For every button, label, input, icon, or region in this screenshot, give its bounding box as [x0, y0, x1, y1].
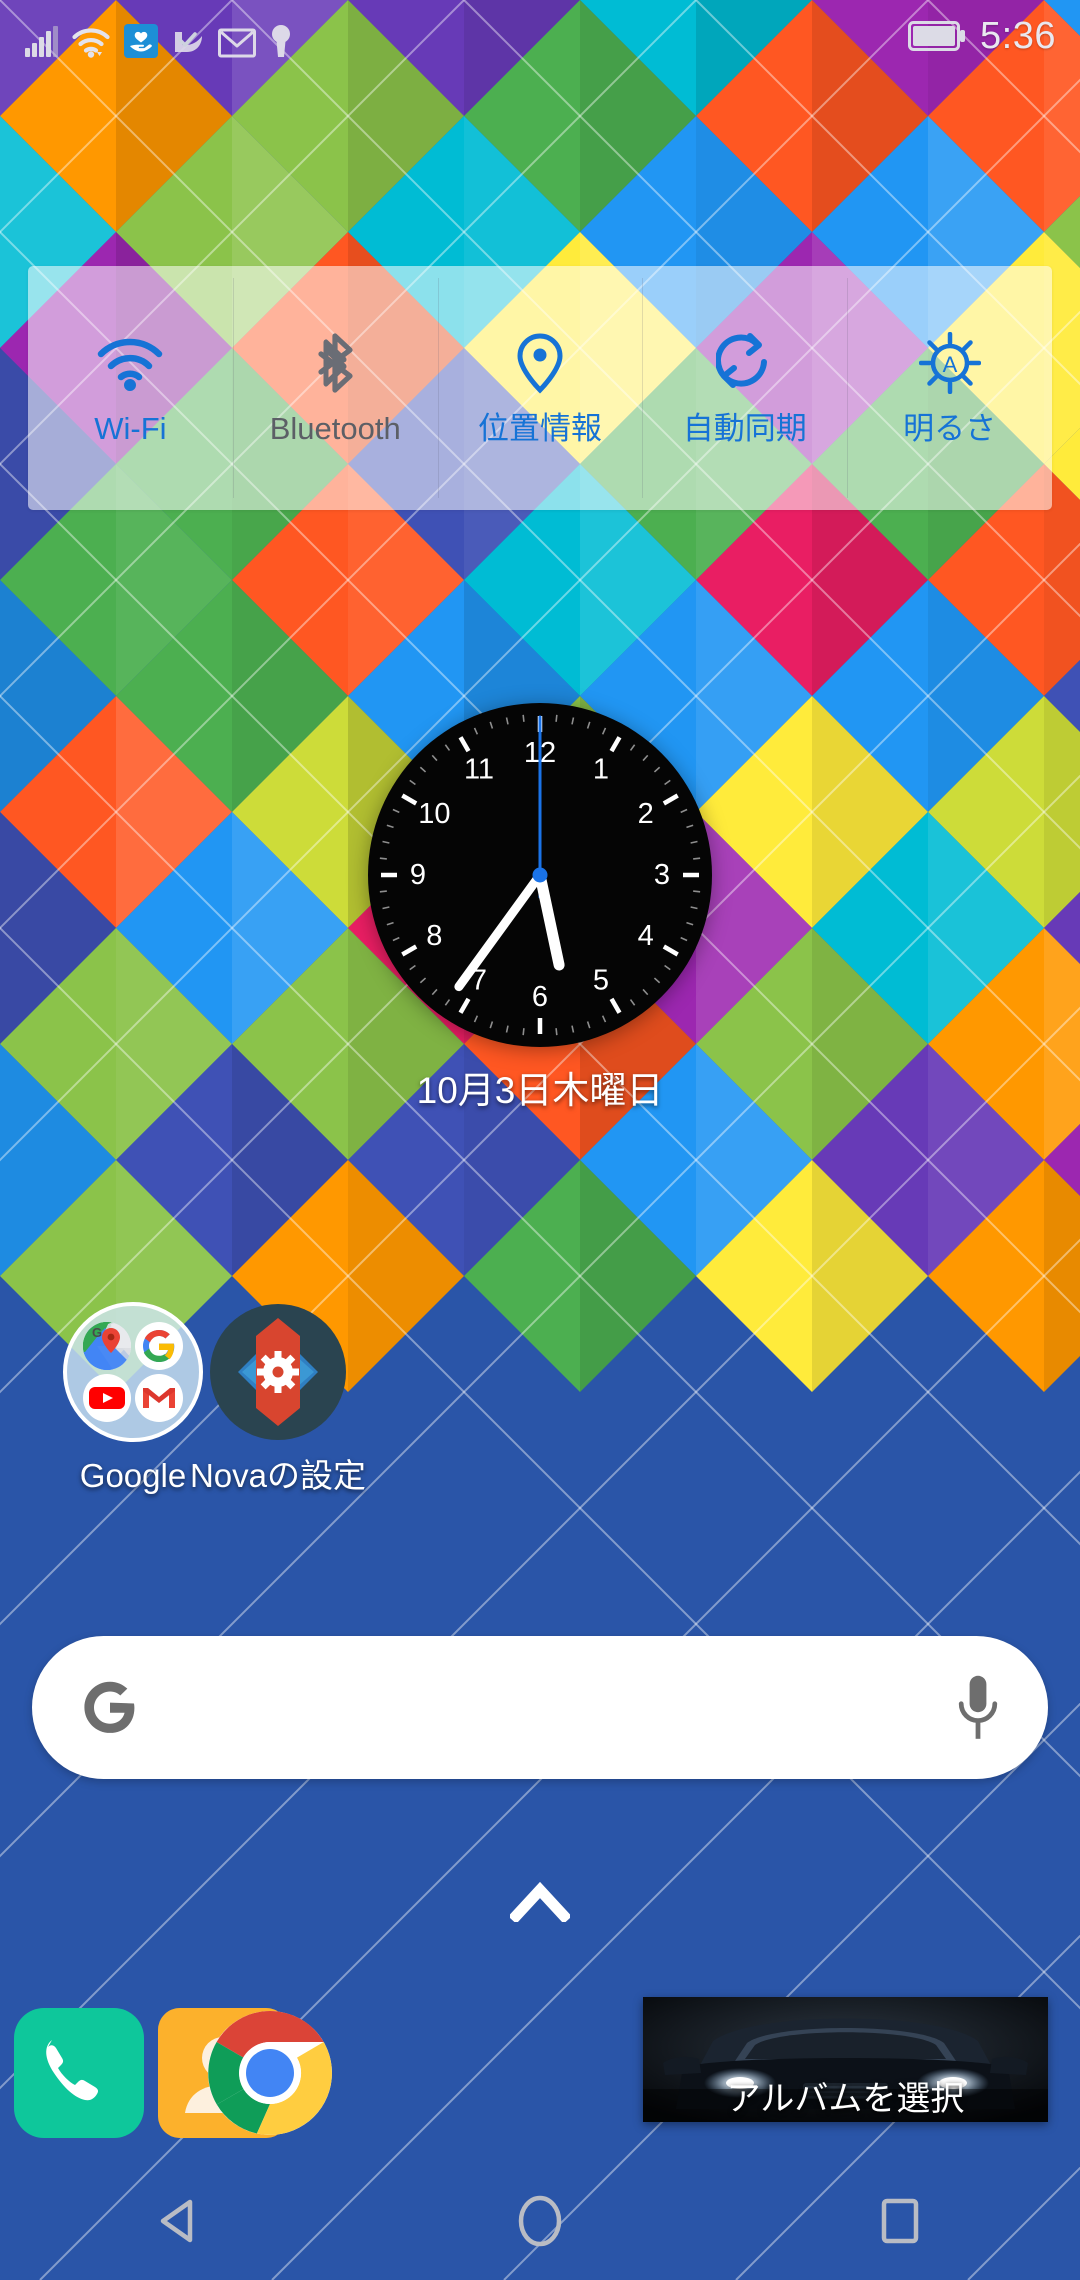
clock-hour-number: 4: [638, 920, 654, 952]
clock-hour-number: 5: [593, 965, 609, 997]
keyhole-person-icon: [272, 25, 290, 57]
clock-hour-number: 9: [410, 859, 426, 891]
navigation-bar: [0, 2162, 1080, 2280]
quick-tile-location[interactable]: 位置情報: [437, 266, 643, 510]
chevron-up-icon: [508, 1881, 572, 1924]
email-envelope-icon: [218, 28, 256, 58]
google-search-bar[interactable]: [32, 1636, 1048, 1779]
app-label: Novaの設定: [189, 1457, 367, 1494]
clock-hour-number: 8: [426, 920, 442, 952]
quick-tile-label: Wi-Fi: [94, 410, 167, 446]
clock-widget[interactable]: 12 1 2 3 4 5 6 7 8 9 10 11 10月3日木曜日: [360, 700, 720, 1109]
google-g-icon: [84, 1681, 135, 1733]
clock-date-label: 10月3日木曜日: [416, 1070, 664, 1111]
status-bar-clock: 5:36: [980, 15, 1056, 57]
quick-tile-brightness[interactable]: A 明るさ: [847, 266, 1052, 510]
sync-icon: [715, 332, 774, 393]
quick-tile-wifi[interactable]: Wi-Fi: [28, 266, 233, 510]
nav-home-button[interactable]: [465, 2162, 615, 2280]
album-widget-label: アルバムを選択: [726, 2080, 965, 2118]
quick-tile-label: 位置情報: [477, 410, 602, 446]
location-pin-icon: [516, 332, 564, 394]
svg-text:A: A: [942, 352, 957, 377]
status-bar-notification-icons: [24, 14, 293, 58]
battery-full-icon: [908, 21, 966, 51]
clock-hour-number: 3: [654, 859, 670, 891]
nav-recents-button[interactable]: [825, 2162, 975, 2280]
quick-tile-label: Bluetooth: [269, 410, 401, 446]
quick-tile-autosync[interactable]: 自動同期: [642, 266, 847, 510]
cellular-signal-icon: [25, 26, 58, 57]
brightness-auto-icon: A: [918, 331, 981, 394]
clock-hour-number: 1: [593, 753, 609, 785]
bluetooth-icon: [310, 332, 360, 393]
quick-tile-label: 自動同期: [682, 410, 807, 446]
dock-item-chrome[interactable]: [205, 2008, 335, 2138]
search-input[interactable]: [142, 1636, 954, 1779]
clock-hour-number: 11: [464, 753, 494, 785]
status-bar[interactable]: 5:36: [0, 0, 1080, 72]
clock-hour-number: 10: [418, 798, 450, 830]
svg-text:G: G: [92, 1325, 102, 1340]
app-drawer-chevron[interactable]: [508, 1876, 572, 1924]
analog-clock-face: 121234567891011: [368, 703, 712, 1047]
quick-tile-bluetooth[interactable]: Bluetooth: [232, 266, 438, 510]
home-circle-icon: [518, 2195, 562, 2247]
android-home-screen: 5:36 Wi-Fi Bluetooth 位置情報 自動同期 A 明るさ 12 …: [0, 0, 1080, 2280]
wifi-icon: [72, 28, 110, 58]
back-triangle-icon: [160, 2199, 193, 2243]
photo-album-widget[interactable]: アルバムを選択: [643, 1997, 1048, 2122]
clock-hour-number: 2: [638, 798, 654, 830]
wifi-icon: [96, 333, 164, 393]
quick-tile-label: 明るさ: [903, 410, 997, 446]
dock-item-phone[interactable]: [14, 2008, 144, 2138]
clock-hour-number: 6: [532, 981, 548, 1013]
microphone-icon[interactable]: [954, 1673, 1002, 1743]
nav-back-button[interactable]: [105, 2162, 255, 2280]
status-bar-system-icons: 5:36: [908, 17, 1056, 55]
nova-settings-icon: [208, 1302, 348, 1442]
quick-settings-panel[interactable]: Wi-Fi Bluetooth 位置情報 自動同期 A 明るさ: [28, 266, 1052, 510]
app-cell-nova-settings[interactable]: Novaの設定: [143, 1302, 413, 1494]
check-swoosh-icon: [175, 32, 202, 52]
recents-square-icon: [881, 2198, 919, 2244]
heart-in-hand-app-icon: [124, 24, 158, 58]
